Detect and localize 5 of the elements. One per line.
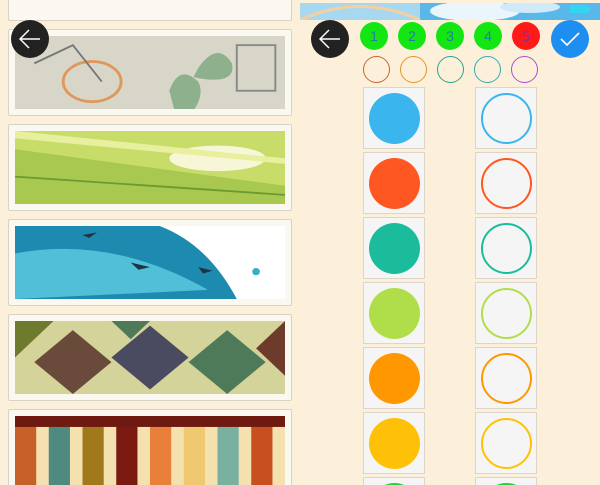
step-button[interactable]: 5: [512, 22, 540, 50]
step-button[interactable]: 2: [398, 22, 426, 50]
step-button[interactable]: 3: [436, 22, 464, 50]
step-button[interactable]: 4: [474, 22, 502, 50]
step-button[interactable]: 1: [360, 22, 388, 50]
